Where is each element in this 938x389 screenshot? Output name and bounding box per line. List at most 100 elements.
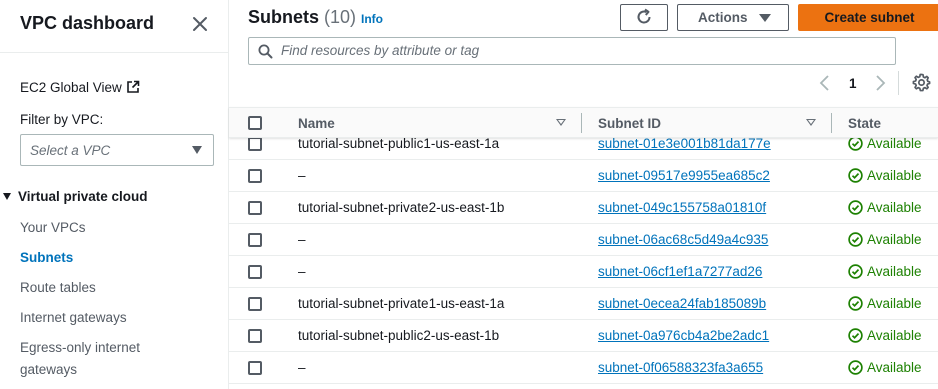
check-circle-icon	[848, 296, 863, 311]
row-checkbox[interactable]	[248, 329, 262, 343]
subnet-name: tutorial-subnet-public2-us-east-1b	[298, 328, 500, 343]
check-circle-icon	[848, 328, 863, 343]
status-text: Available	[867, 328, 922, 343]
main-content: Subnets (10) Info Actions Create subnet …	[229, 0, 938, 389]
resource-count: (10)	[324, 7, 357, 27]
table-body: tutorial-subnet-public1-us-east-1a subne…	[229, 138, 938, 389]
vpc-filter-select[interactable]: Select a VPC	[20, 134, 214, 166]
filter-by-vpc-label: Filter by VPC:	[20, 112, 104, 127]
sidebar-item-label: EC2 Global View	[20, 80, 122, 95]
row-checkbox[interactable]	[248, 265, 262, 279]
status-badge: Available	[848, 296, 922, 311]
select-all-checkbox[interactable]	[248, 116, 262, 130]
subnet-id-link[interactable]: subnet-06ac68c5d49a4c935	[598, 232, 768, 247]
column-header-name[interactable]: Name	[298, 116, 335, 131]
status-text: Available	[867, 360, 922, 375]
pagination-current-page[interactable]: 1	[849, 76, 857, 91]
table-row[interactable]: – subnet-09517e9955ea685c2 Available	[229, 160, 938, 192]
chevron-right-icon[interactable]	[873, 74, 887, 92]
status-badge: Available	[848, 168, 922, 183]
create-subnet-button[interactable]: Create subnet	[798, 4, 938, 31]
subnet-name: tutorial-subnet-public1-us-east-1a	[298, 138, 500, 151]
sidebar-item-route-tables[interactable]: Route tables	[20, 277, 96, 299]
subnet-name: –	[298, 360, 306, 375]
status-text: Available	[867, 138, 922, 151]
subnet-id-link[interactable]: subnet-0f06588323fa3a655	[598, 360, 763, 375]
search-icon	[258, 44, 273, 59]
close-icon[interactable]	[189, 13, 211, 35]
subnet-name: tutorial-subnet-private2-us-east-1b	[298, 200, 505, 215]
table-row[interactable]: tutorial-subnet-private2-us-east-1b subn…	[229, 192, 938, 224]
table-row[interactable]: tutorial-subnet-public2-us-east-1b subne…	[229, 320, 938, 352]
search-input[interactable]	[281, 43, 881, 58]
sidebar-item-label-line1: Egress-only internet	[20, 340, 141, 355]
subnet-id-link[interactable]: subnet-049c155758a01810f	[598, 200, 766, 215]
sort-icon[interactable]	[806, 119, 816, 126]
sidebar-item-subnets[interactable]: Subnets	[20, 247, 73, 269]
search-bar[interactable]	[248, 37, 896, 65]
sidebar-section-virtual-private-cloud[interactable]: Virtual private cloud	[3, 189, 148, 204]
subnet-name: –	[298, 168, 306, 183]
table-row[interactable]: – subnet-06cf1ef1a7277ad26 Available	[229, 256, 938, 288]
subnet-name: –	[298, 232, 306, 247]
status-text: Available	[867, 264, 922, 279]
refresh-icon	[637, 8, 651, 24]
page-title: Subnets (10)	[248, 7, 356, 28]
chevron-down-icon	[192, 146, 202, 154]
sidebar-item-egress-only-internet-gateways[interactable]: Egress-only internet gateways	[20, 337, 140, 381]
sidebar-item-ec2-global-view[interactable]: EC2 Global View	[20, 80, 140, 95]
status-badge: Available	[848, 138, 922, 151]
table-header: Name Subnet ID State	[229, 107, 938, 138]
sidebar-title: VPC dashboard	[20, 13, 155, 33]
chevron-left-icon[interactable]	[818, 74, 832, 92]
check-circle-icon	[848, 138, 863, 151]
sidebar-item-internet-gateways[interactable]: Internet gateways	[20, 307, 127, 329]
row-checkbox[interactable]	[248, 297, 262, 311]
check-circle-icon	[848, 232, 863, 247]
status-text: Available	[867, 296, 922, 311]
sidebar-item-your-vpcs[interactable]: Your VPCs	[20, 217, 86, 239]
sidebar-item-label-line2: gateways	[20, 362, 78, 377]
status-badge: Available	[848, 232, 922, 247]
table-row[interactable]: – subnet-0f06588323fa3a655 Available	[229, 352, 938, 384]
vpc-filter-placeholder: Select a VPC	[30, 143, 111, 158]
actions-button[interactable]: Actions	[677, 4, 789, 31]
column-divider[interactable]	[831, 113, 832, 133]
status-badge: Available	[848, 200, 922, 215]
sidebar: VPC dashboard EC2 Global View Filter by …	[0, 0, 229, 389]
row-checkbox[interactable]	[248, 138, 262, 151]
check-circle-icon	[848, 264, 863, 279]
subnet-id-link[interactable]: subnet-09517e9955ea685c2	[598, 168, 770, 183]
gear-icon[interactable]	[912, 73, 931, 97]
table-row[interactable]: – subnet-06ac68c5d49a4c935 Available	[229, 224, 938, 256]
page-title-text: Subnets	[248, 7, 320, 27]
check-circle-icon	[848, 360, 863, 375]
subnet-id-link[interactable]: subnet-0a976cb4a2be2adc1	[598, 328, 769, 343]
status-badge: Available	[848, 360, 922, 375]
actions-label: Actions	[698, 10, 748, 25]
status-badge: Available	[848, 264, 922, 279]
table-row[interactable]: tutorial-subnet-private1-us-east-1a subn…	[229, 288, 938, 320]
subnet-name: tutorial-subnet-private1-us-east-1a	[298, 296, 505, 311]
subnet-id-link[interactable]: subnet-0ecea24fab185089b	[598, 296, 766, 311]
sort-icon[interactable]	[556, 119, 566, 126]
subnet-id-link[interactable]: subnet-06cf1ef1a7277ad26	[598, 264, 762, 279]
check-circle-icon	[848, 168, 863, 183]
refresh-button[interactable]	[620, 4, 668, 31]
row-checkbox[interactable]	[248, 201, 262, 215]
column-divider[interactable]	[581, 113, 582, 133]
table-row[interactable]: tutorial-subnet-public1-us-east-1a subne…	[229, 138, 938, 160]
row-checkbox[interactable]	[248, 233, 262, 247]
external-link-icon	[127, 80, 140, 93]
status-text: Available	[867, 168, 922, 183]
status-badge: Available	[848, 328, 922, 343]
subnet-id-link[interactable]: subnet-01e3e001b81da177e	[598, 138, 771, 151]
info-link[interactable]: Info	[361, 12, 383, 26]
column-header-state[interactable]: State	[848, 116, 881, 131]
caret-down-icon	[3, 193, 11, 200]
row-checkbox[interactable]	[248, 361, 262, 375]
status-text: Available	[867, 232, 922, 247]
row-checkbox[interactable]	[248, 169, 262, 183]
column-header-subnet-id[interactable]: Subnet ID	[598, 116, 661, 131]
check-circle-icon	[848, 200, 863, 215]
